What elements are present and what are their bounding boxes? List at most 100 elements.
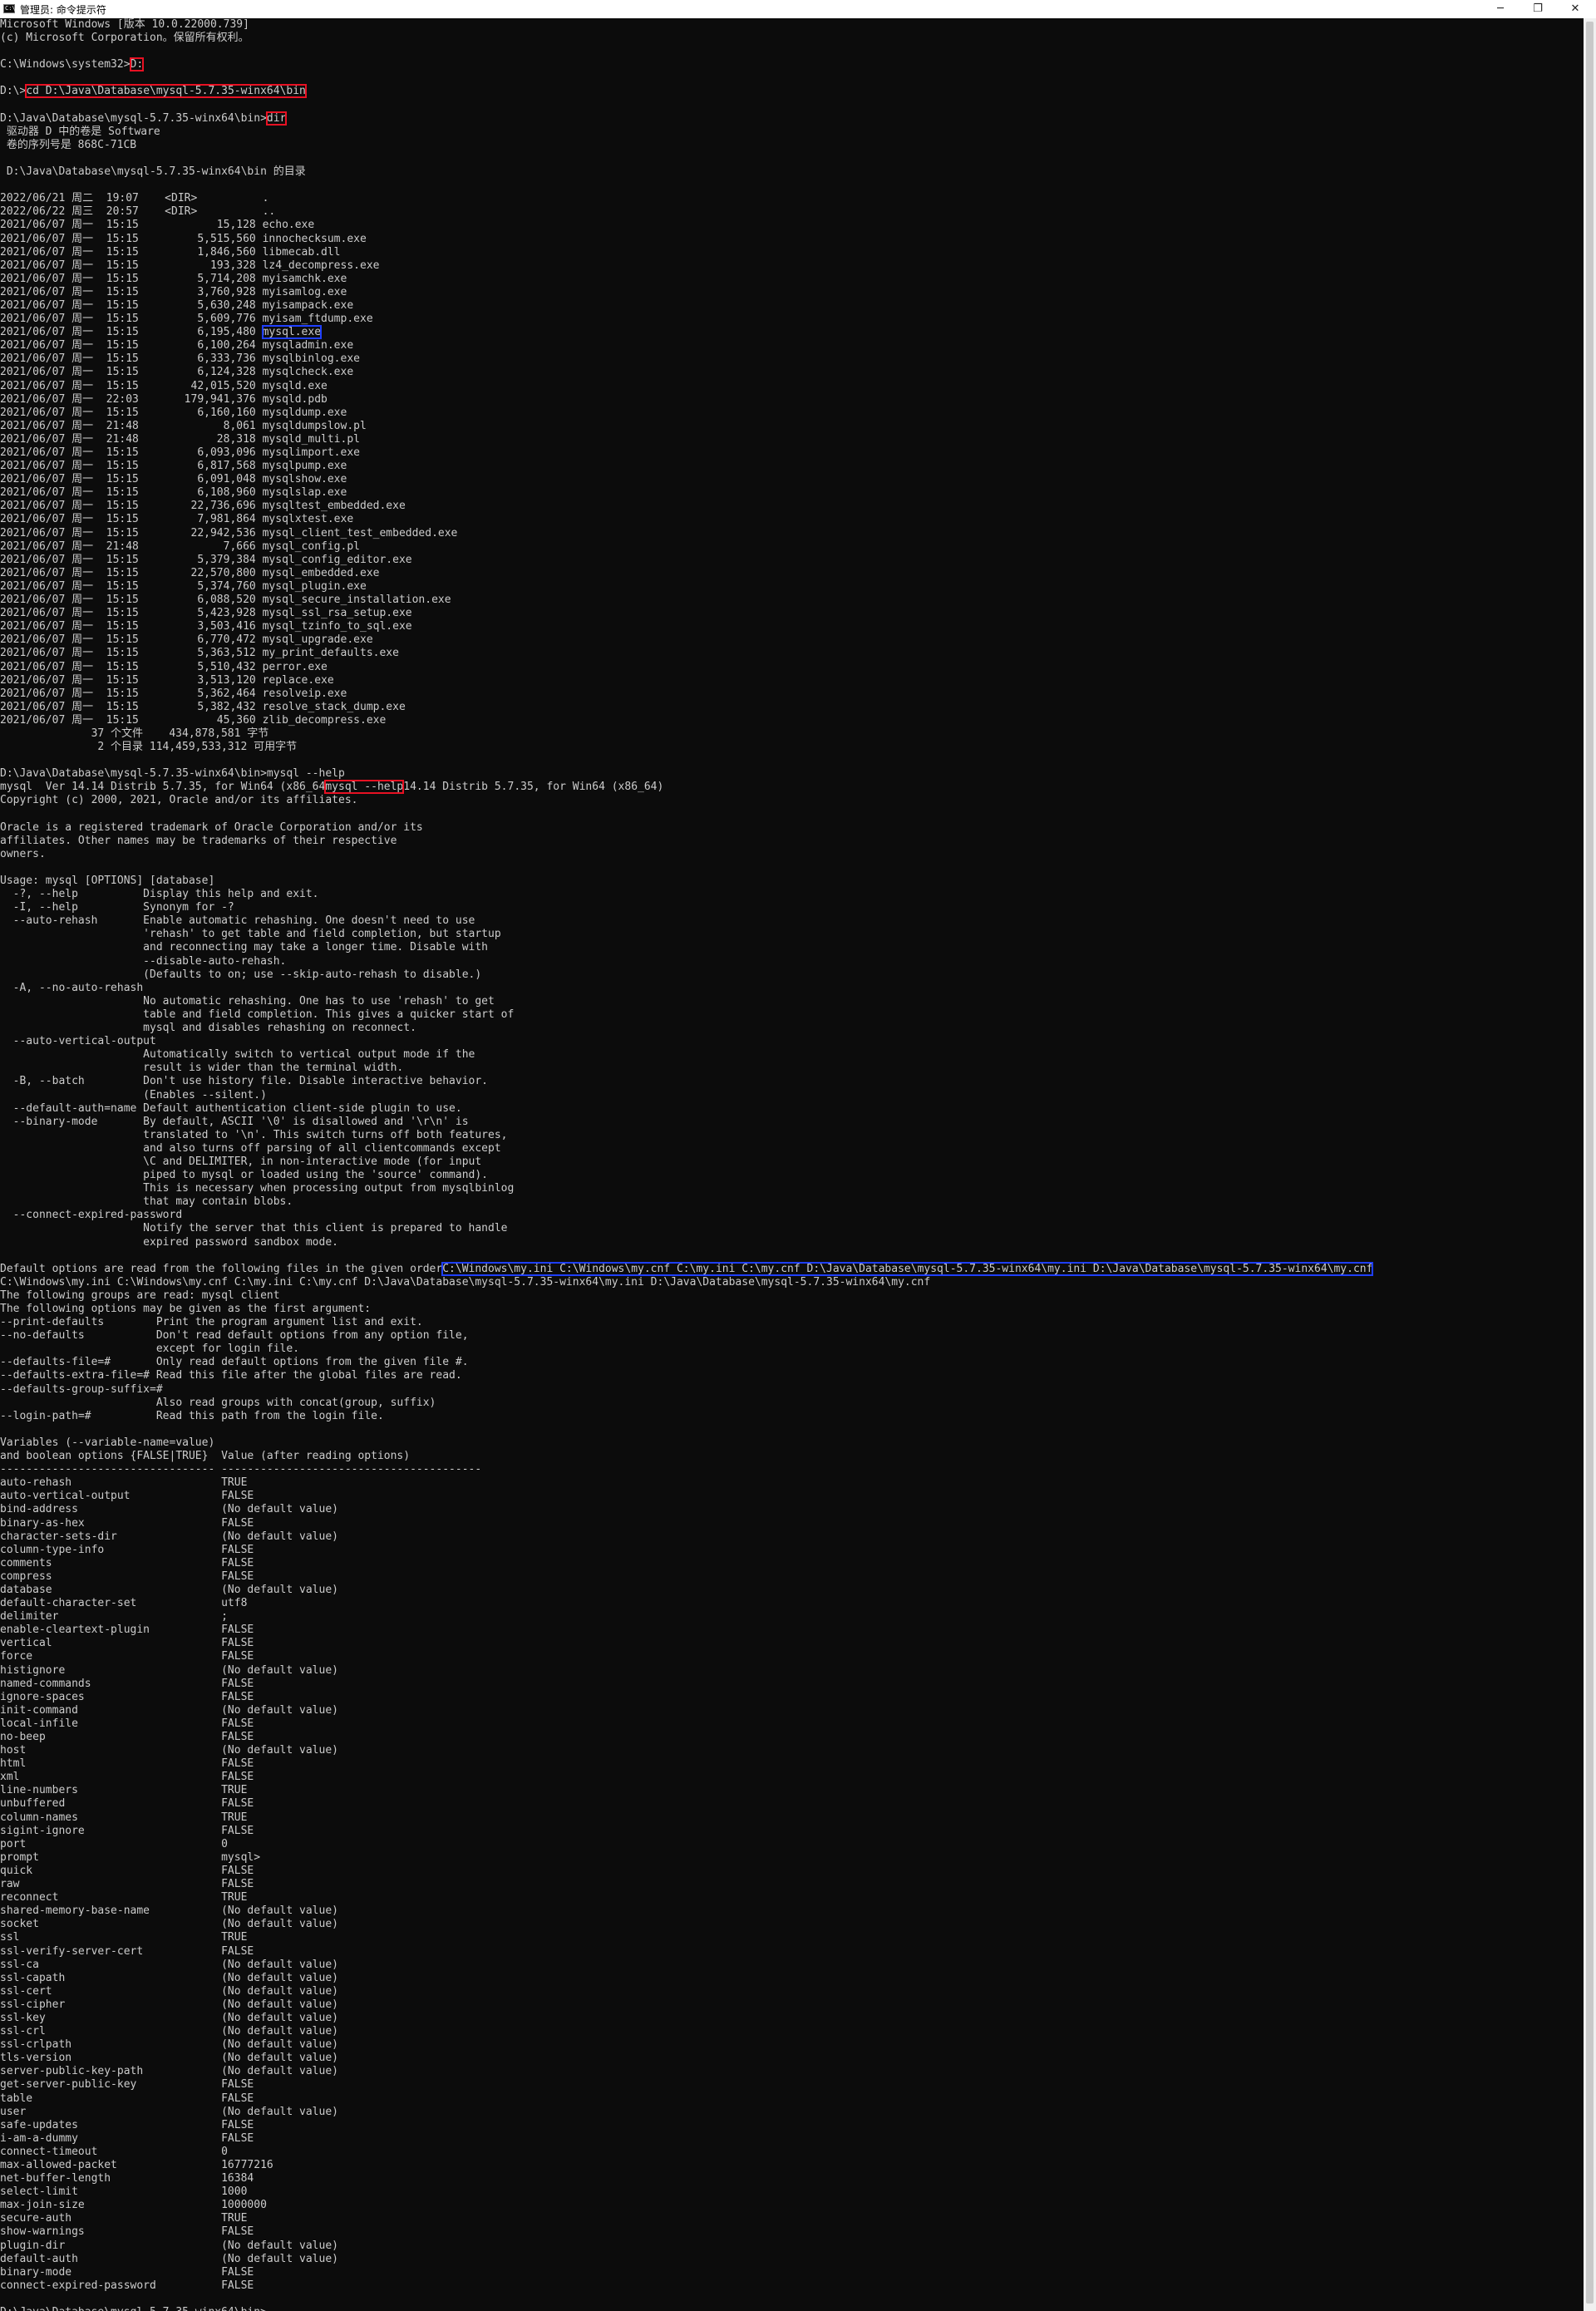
terminal-line: 2021/06/07 周一 15:15 5,714,208 myisamchk.… xyxy=(0,272,347,285)
terminal-line: Automatically switch to vertical output … xyxy=(0,1048,475,1062)
terminal-line: force FALSE xyxy=(0,1650,254,1663)
terminal-line: Usage: mysql [OPTIONS] [database] xyxy=(0,875,215,887)
terminal-line: server-public-key-path (No default value… xyxy=(0,2065,338,2078)
terminal-line: ssl-verify-server-cert FALSE xyxy=(0,1944,254,1958)
terminal-line: unbuffered FALSE xyxy=(0,1797,254,1811)
terminal-line: 2021/06/07 周一 15:15 193,328 lz4_decompre… xyxy=(0,259,380,272)
title-bar[interactable]: C:\ 管理员: 命令提示符 ─ ❐ ✕ xyxy=(0,0,1596,18)
terminal-line: histignore (No default value) xyxy=(0,1663,338,1677)
terminal-line: i-am-a-dummy FALSE xyxy=(0,2131,254,2145)
terminal-line: default-auth (No default value) xyxy=(0,2252,338,2265)
terminal-line: --login-path=# Read this path from the l… xyxy=(0,1409,384,1422)
terminal-line: column-type-info FALSE xyxy=(0,1543,254,1556)
terminal-line: compress FALSE xyxy=(0,1569,254,1583)
terminal-line: The following options may be given as th… xyxy=(0,1303,372,1315)
terminal-line: ssl-ca (No default value) xyxy=(0,1958,338,1971)
minimize-button[interactable]: ─ xyxy=(1480,0,1521,18)
terminal-line: max-join-size 1000000 xyxy=(0,2199,267,2212)
terminal-line: tls-version (No default value) xyxy=(0,2052,338,2065)
terminal-line: Variables (--variable-name=value) xyxy=(0,1436,215,1449)
terminal-line: connect-timeout 0 xyxy=(0,2145,228,2158)
terminal-line: bind-address (No default value) xyxy=(0,1503,338,1516)
terminal-line: --no-defaults Don't read default options… xyxy=(0,1329,469,1343)
terminal-line: 2021/06/07 周一 15:15 1,846,560 libmecab.d… xyxy=(0,245,341,259)
terminal-line: Copyright (c) 2000, 2021, Oracle and/or … xyxy=(0,794,358,807)
terminal-line: result is wider than the terminal width. xyxy=(0,1062,404,1075)
terminal-line: translated to '\n'. This switch turns of… xyxy=(0,1128,508,1141)
window-title: 管理员: 命令提示符 xyxy=(20,4,106,16)
terminal-line: 2021/06/07 周一 15:15 5,510,432 perror.exe xyxy=(0,660,328,673)
terminal-line: max-allowed-packet 16777216 xyxy=(0,2159,273,2171)
terminal-line: 2021/06/07 周一 15:15 15,128 echo.exe xyxy=(0,219,315,232)
terminal-line: show-warnings FALSE xyxy=(0,2225,254,2239)
terminal-line: 2021/06/07 周一 21:48 7,666 mysql_config.p… xyxy=(0,540,360,553)
terminal-line: 2021/06/07 周一 15:15 5,630,248 myisampack… xyxy=(0,298,354,312)
terminal-line: auto-rehash TRUE xyxy=(0,1476,248,1490)
terminal-line: host (No default value) xyxy=(0,1744,338,1757)
terminal-line: init-command (No default value) xyxy=(0,1703,338,1717)
terminal-line: sigint-ignore FALSE xyxy=(0,1824,254,1837)
terminal-line: --auto-rehash Enable automatic rehashing… xyxy=(0,914,475,928)
terminal-line: database (No default value) xyxy=(0,1583,338,1596)
terminal-line: user (No default value) xyxy=(0,2105,338,2118)
terminal-line: quick FALSE xyxy=(0,1864,254,1877)
terminal-line: 2 个目录 114,459,533,312 可用字节 xyxy=(0,741,298,754)
terminal-line: 37 个文件 434,878,581 字节 xyxy=(0,727,269,740)
terminal-line: net-buffer-length 16384 xyxy=(0,2172,254,2185)
terminal-line: ssl-crlpath (No default value) xyxy=(0,2038,338,2052)
terminal-line: ignore-spaces FALSE xyxy=(0,1690,254,1703)
highlighted-text: dir xyxy=(265,111,288,126)
terminal-line: line-numbers TRUE xyxy=(0,1784,248,1797)
terminal-output[interactable]: Microsoft Windows [版本 10.0.22000.739] (c)… xyxy=(0,18,1584,2311)
terminal-line: piped to mysql or loaded using the 'sour… xyxy=(0,1169,488,1182)
terminal-line: 2021/06/07 周一 15:15 6,770,472 mysql_upgr… xyxy=(0,633,373,647)
terminal-line: 2021/06/07 周一 15:15 3,503,416 mysql_tzin… xyxy=(0,620,412,633)
terminal-line: mysql Ver 14.14 Distrib 5.7.35, for Win6… xyxy=(0,780,664,795)
terminal-line: 2022/06/21 周二 19:07 <DIR> . xyxy=(0,192,269,205)
terminal-line: and boolean options {FALSE|TRUE} Value (… xyxy=(0,1450,411,1463)
terminal-line: plugin-dir (No default value) xyxy=(0,2239,338,2252)
terminal-line: comments FALSE xyxy=(0,1556,254,1569)
terminal-line: --connect-expired-password xyxy=(0,1209,183,1222)
terminal-line: --print-defaults Print the program argum… xyxy=(0,1316,423,1329)
terminal-line: 2021/06/07 周一 15:15 5,374,760 mysql_plug… xyxy=(0,579,367,593)
terminal-line: --binary-mode By default, ASCII '\0' is … xyxy=(0,1115,469,1128)
terminal-line: --default-auth=name Default authenticati… xyxy=(0,1101,462,1115)
terminal-line: D:\Java\Database\mysql-5.7.35-winx64\bin… xyxy=(0,111,288,126)
terminal-line: (Enables --silent.) xyxy=(0,1088,267,1101)
terminal-line: --defaults-file=# Only read default opti… xyxy=(0,1356,469,1369)
terminal-line: table FALSE xyxy=(0,2092,254,2105)
terminal-line: --defaults-extra-file=# Read this file a… xyxy=(0,1369,462,1382)
terminal-line: D:\Java\Database\mysql-5.7.35-winx64\bin… xyxy=(0,2306,1584,2311)
terminal-line: C:\Windows\my.ini C:\Windows\my.cnf C:\m… xyxy=(0,1275,931,1289)
terminal-line: socket (No default value) xyxy=(0,1918,338,1931)
close-button[interactable]: ✕ xyxy=(1554,0,1596,18)
terminal-line: This is necessary when processing output… xyxy=(0,1182,515,1195)
terminal-line: 2021/06/07 周一 15:15 22,942,536 mysql_cli… xyxy=(0,526,458,540)
terminal-line: 2021/06/07 周一 15:15 42,015,520 mysqld.ex… xyxy=(0,379,328,392)
terminal-line: -?, --help Display this help and exit. xyxy=(0,888,319,901)
scrollbar-thumb[interactable] xyxy=(1586,22,1594,2304)
terminal-line: ssl-cert (No default value) xyxy=(0,1984,338,1998)
terminal-line: ssl-crl (No default value) xyxy=(0,2025,338,2038)
terminal-line: 2021/06/07 周一 15:15 6,333,736 mysqlbinlo… xyxy=(0,352,360,366)
terminal-line: 2021/06/07 周一 21:48 28,318 mysqld_multi.… xyxy=(0,432,360,446)
terminal-line: 2021/06/07 周一 22:03 179,941,376 mysqld.p… xyxy=(0,392,328,406)
terminal-line: delimiter ; xyxy=(0,1610,228,1624)
restore-button[interactable]: ❐ xyxy=(1517,0,1559,18)
terminal-line: D:\Java\Database\mysql-5.7.35-winx64\bin… xyxy=(0,165,306,179)
terminal-line: that may contain blobs. xyxy=(0,1195,293,1209)
terminal-line: shared-memory-base-name (No default valu… xyxy=(0,1904,338,1918)
terminal-line: no-beep FALSE xyxy=(0,1731,254,1743)
terminal-line: 2021/06/07 周一 15:15 6,091,048 mysqlshow.… xyxy=(0,473,347,486)
terminal-line: 2021/06/07 周一 15:15 6,195,480 mysql.exe xyxy=(0,325,323,340)
vertical-scrollbar[interactable] xyxy=(1584,18,1596,2311)
terminal-line: 2021/06/07 周一 15:15 7,981,864 mysqlxtest… xyxy=(0,513,354,526)
terminal-line: except for login file. xyxy=(0,1343,300,1356)
terminal-line: and reconnecting may take a longer time.… xyxy=(0,941,488,954)
